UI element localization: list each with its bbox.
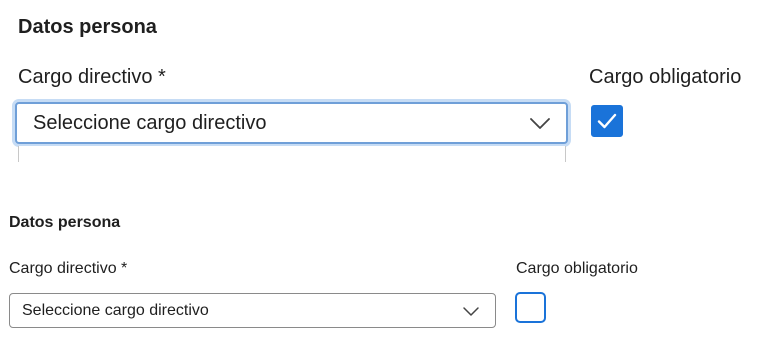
cargo-obligatorio-label: Cargo obligatorio [516,260,638,277]
cargo-obligatorio-checkbox[interactable] [515,292,546,323]
checkmark-icon [596,110,618,132]
chevron-down-icon [461,301,481,321]
cargo-directivo-label: Cargo directivo * [9,260,128,277]
section-title: Datos persona [18,16,157,38]
select-placeholder: Seleccione cargo directivo [33,111,267,134]
cargo-directivo-select[interactable]: Seleccione cargo directivo [9,293,496,328]
cargo-obligatorio-checkbox[interactable] [591,105,623,137]
cargo-directivo-label: Cargo directivo * [18,66,166,88]
cargo-directivo-select[interactable]: Seleccione cargo directivo [15,102,568,144]
cargo-obligatorio-label: Cargo obligatorio [589,66,742,88]
section-title: Datos persona [9,214,121,231]
select-placeholder: Seleccione cargo directivo [22,301,209,319]
chevron-down-icon [528,111,552,135]
select-dropdown-list[interactable] [18,146,566,162]
